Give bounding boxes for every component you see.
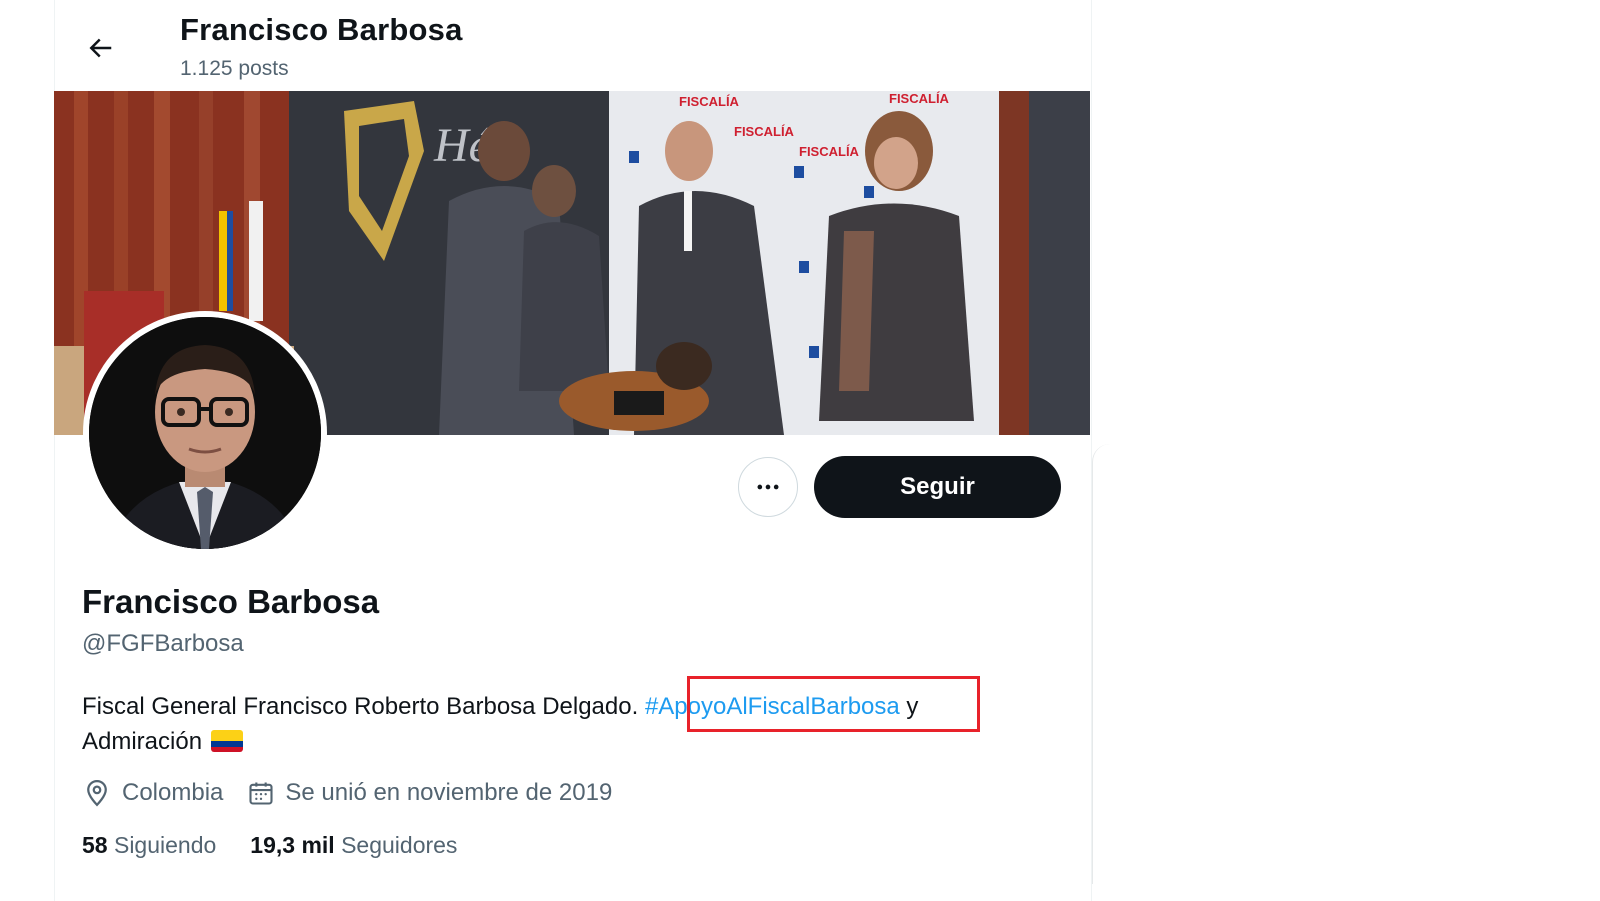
svg-text:FISCALÍA: FISCALÍA [799,144,860,159]
followers-count: 19,3 mil [250,832,335,858]
header-post-count: 1.125 posts [180,57,289,80]
profile-meta: Colombia Se unió en noviembre de 2019 [82,778,612,808]
avatar-photo [89,317,321,549]
following-count: 58 [82,832,108,858]
location-item: Colombia [82,778,223,808]
location-pin-icon [87,779,107,807]
more-horizontal-icon [757,484,779,490]
svg-text:FISCALÍA: FISCALÍA [734,124,795,139]
svg-text:FISCALÍA: FISCALÍA [679,94,740,109]
joined-date-item: Se unió en noviembre de 2019 [247,779,612,807]
joined-date-text: Se unió en noviembre de 2019 [285,779,613,806]
follow-button[interactable]: Seguir [814,456,1061,518]
profile-display-name: Francisco Barbosa [82,583,380,620]
bio-hashtag-link[interactable]: #ApoyoAlFiscalBarbosa [645,693,900,720]
followers-label: Seguidores [341,832,458,858]
svg-text:FISCALÍA: FISCALÍA [889,91,950,106]
profile-handle: @FGFBarbosa [82,630,244,657]
colombia-flag-icon [210,730,243,752]
back-button[interactable] [80,28,120,68]
following-link[interactable]: 58 Siguiendo [82,832,216,859]
side-panel-edge [1092,444,1123,884]
followers-link[interactable]: 19,3 mil Seguidores [250,832,457,859]
follow-stats: 58 Siguiendo 19,3 mil Seguidores [82,832,457,859]
arrow-left-icon [89,38,112,58]
more-options-button[interactable] [738,457,798,517]
bio-text: Fiscal General Francisco Roberto Barbosa… [82,693,645,720]
location-text: Colombia [122,779,224,806]
profile-avatar[interactable] [83,311,327,555]
profile-bio: Fiscal General Francisco Roberto Barbosa… [82,689,1042,759]
header-title: Francisco Barbosa [180,12,463,47]
calendar-icon [249,782,273,805]
following-label: Siguiendo [113,832,217,858]
